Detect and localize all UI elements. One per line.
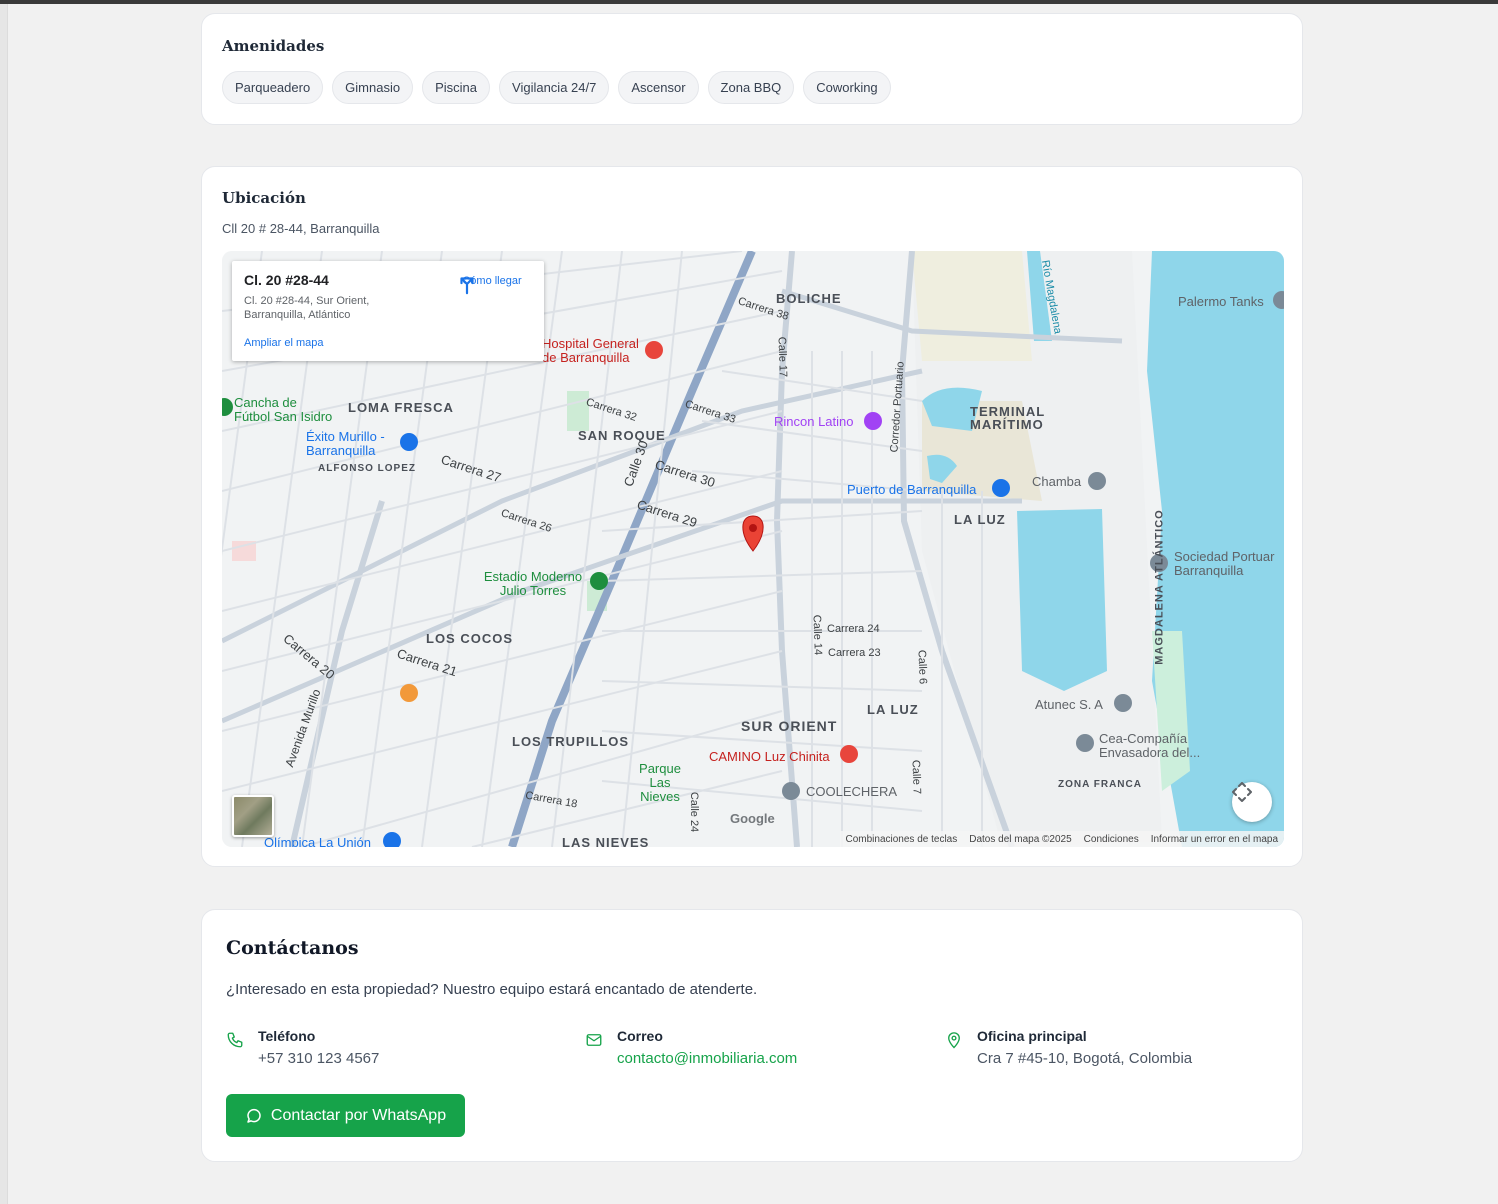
map-poi-label[interactable]: Cea-Compañía Envasadora del... xyxy=(1099,732,1209,760)
chat-icon xyxy=(247,1108,261,1123)
map-poi-label[interactable]: Éxito Murillo - Barranquilla xyxy=(306,430,402,458)
map-poi-label[interactable]: Cancha de Fútbol San Isidro xyxy=(234,396,334,424)
place-card-address: Cl. 20 #28-44, Sur Orient, Barranquilla,… xyxy=(244,295,370,321)
amenity-chip: Parqueadero xyxy=(222,71,324,104)
map-poi-label[interactable]: Puerto de Barranquilla xyxy=(847,482,976,497)
map-street-label: Calle 24 xyxy=(688,791,701,833)
map-district-label: BOLICHE xyxy=(776,291,842,306)
contact-office: Oficina principal Cra 7 #45-10, Bogotá, … xyxy=(945,1028,1192,1067)
amenities-title: Amenidades xyxy=(222,37,325,55)
map-district-label: LOMA FRESCA xyxy=(348,400,454,415)
satellite-toggle[interactable] xyxy=(232,795,274,837)
map-district-label: SAN ROQUE xyxy=(578,428,666,443)
fullscreen-button[interactable] xyxy=(1232,782,1272,822)
page-left-gutter xyxy=(0,4,8,1204)
map-street-label: Carrera 24 xyxy=(827,623,880,635)
map-street-label: Calle 6 xyxy=(915,649,929,685)
amenity-chip: Zona BBQ xyxy=(707,71,795,104)
map-district-label: ZONA FRANCA xyxy=(1058,779,1142,790)
directions-button[interactable]: Cómo llegar xyxy=(456,273,528,295)
place-card-title: Cl. 20 #28-44 xyxy=(244,272,329,288)
map-place-card: Cl. 20 #28-44 Cl. 20 #28-44, Sur Orient,… xyxy=(232,261,544,361)
email-link[interactable]: contacto@inmobiliaria.com xyxy=(617,1050,797,1067)
whatsapp-contact-button[interactable]: Contactar por WhatsApp xyxy=(226,1094,465,1137)
map-poi-label[interactable]: Atunec S. A xyxy=(1035,697,1103,712)
phone-label: Teléfono xyxy=(258,1028,316,1044)
contact-card: Contáctanos ¿Interesado en esta propieda… xyxy=(201,909,1303,1162)
map-district-label: LA LUZ xyxy=(867,702,919,717)
map-district-label: LOS COCOS xyxy=(426,631,514,646)
contact-email: Correo contacto@inmobiliaria.com xyxy=(585,1028,797,1067)
window-top-bar xyxy=(0,0,1498,4)
keyboard-shortcuts-link[interactable]: Combinaciones de teclas xyxy=(846,834,958,845)
map-street-label: Calle 17 xyxy=(775,336,789,378)
map-pin-icon xyxy=(948,1032,960,1049)
location-address: Cll 20 # 28-44, Barranquilla xyxy=(222,221,380,236)
contact-subtitle: ¿Interesado en esta propiedad? Nuestro e… xyxy=(226,981,758,998)
map-district-label: SUR ORIENT xyxy=(741,718,838,734)
map-poi-label[interactable]: Olímpica La Unión xyxy=(264,835,371,847)
office-label: Oficina principal xyxy=(977,1028,1087,1044)
contact-phone: Teléfono +57 310 123 4567 xyxy=(226,1028,379,1067)
map-poi-label[interactable]: Estadio Moderno Julio Torres xyxy=(478,570,588,598)
location-title: Ubicación xyxy=(222,189,306,207)
map-poi-label[interactable]: Parque Las Nieves xyxy=(630,762,690,804)
directions-icon xyxy=(460,277,474,295)
office-value: Cra 7 #45-10, Bogotá, Colombia xyxy=(977,1050,1193,1067)
amenities-list: Parqueadero Gimnasio Piscina Vigilancia … xyxy=(222,71,891,104)
enlarge-map-link[interactable]: Ampliar el mapa xyxy=(244,337,323,349)
map-attribution: Combinaciones de teclas Datos del mapa ©… xyxy=(839,831,1284,847)
map-data-text: Datos del mapa ©2025 xyxy=(969,833,1072,845)
map-street-label: Calle 14 xyxy=(810,614,824,656)
embedded-map[interactable]: BOLICHE LOMA FRESCA SAN ROQUE TERMINAL M… xyxy=(222,251,1284,847)
google-logo: Google xyxy=(730,811,775,826)
map-poi-label[interactable]: Chamba xyxy=(1032,474,1081,489)
map-street-label: MAGDALENA ATLÁNTICO xyxy=(1153,509,1166,665)
map-district-label: LAS NIEVES xyxy=(562,835,650,847)
map-poi-label[interactable]: Sociedad Portuar Barranquilla xyxy=(1174,550,1284,578)
amenity-chip: Vigilancia 24/7 xyxy=(499,71,610,104)
amenity-chip: Gimnasio xyxy=(332,71,414,104)
map-poi-label[interactable]: CAMINO Luz Chinita xyxy=(709,749,830,764)
mail-icon xyxy=(586,1034,602,1046)
map-poi-label[interactable]: Palermo Tanks xyxy=(1178,294,1264,309)
terms-link[interactable]: Condiciones xyxy=(1084,834,1139,845)
location-card: Ubicación Cll 20 # 28-44, Barranquilla B… xyxy=(201,166,1303,867)
amenity-chip: Piscina xyxy=(422,71,491,104)
map-district-label: LA LUZ xyxy=(954,512,1006,527)
map-district-label: TERMINAL MARÍTIMO xyxy=(970,404,1046,432)
phone-icon xyxy=(227,1032,243,1048)
amenities-card: Amenidades Parqueadero Gimnasio Piscina … xyxy=(201,13,1303,125)
map-poi-label[interactable]: Hospital General de Barranquilla xyxy=(542,337,652,365)
amenity-chip: Coworking xyxy=(803,71,891,104)
map-poi-label[interactable]: Rincon Latino xyxy=(774,414,854,429)
phone-value: +57 310 123 4567 xyxy=(258,1050,380,1067)
email-label: Correo xyxy=(617,1028,663,1044)
map-district-label: ALFONSO LOPEZ xyxy=(318,463,416,474)
whatsapp-button-label: Contactar por WhatsApp xyxy=(270,1106,447,1124)
report-error-link[interactable]: Informar un error en el mapa xyxy=(1151,834,1278,845)
map-district-label: LOS TRUPILLOS xyxy=(512,734,629,749)
map-street-label: Calle 7 xyxy=(909,759,923,795)
map-street-label: Carrera 23 xyxy=(828,647,881,659)
amenity-chip: Ascensor xyxy=(618,71,699,104)
map-poi-label[interactable]: COOLECHERA xyxy=(806,784,897,799)
contact-title: Contáctanos xyxy=(226,937,359,959)
fullscreen-icon xyxy=(1232,782,1252,802)
